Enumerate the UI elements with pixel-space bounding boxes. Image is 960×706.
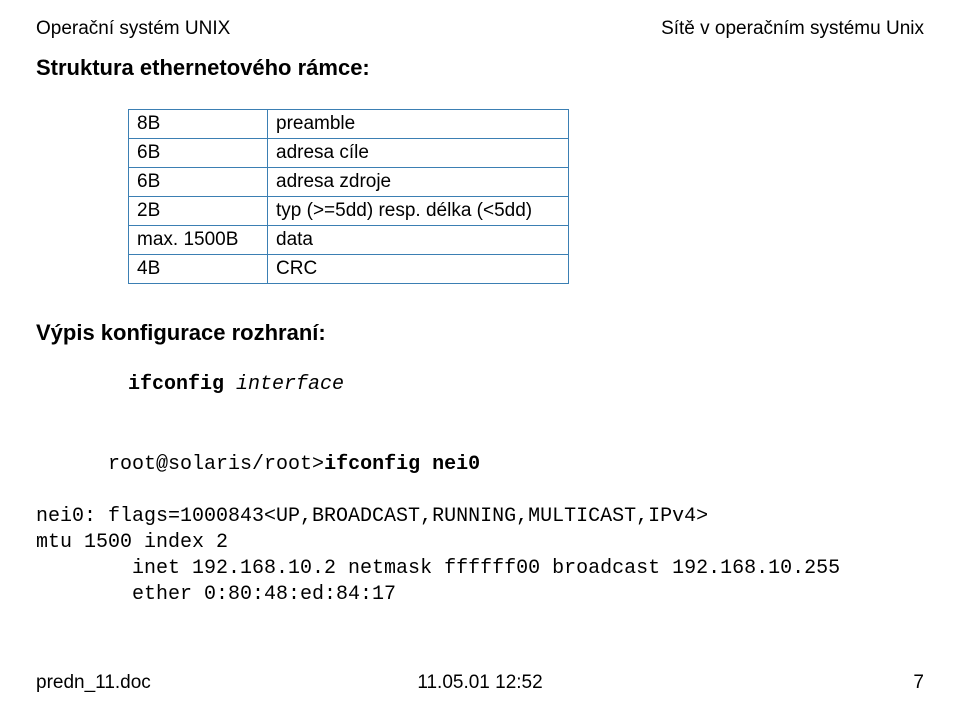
prompt-prefix: root@solaris/root> xyxy=(108,453,324,476)
table-row: 6Badresa cíle xyxy=(129,138,569,167)
prompt-line: root@solaris/root>ifconfig nei0 xyxy=(36,426,924,504)
table-row: 4BCRC xyxy=(129,254,569,283)
cell-size: max. 1500B xyxy=(129,225,268,254)
footer-left: predn_11.doc xyxy=(36,672,151,694)
footer-center: 11.05.01 12:52 xyxy=(36,672,924,694)
output-line: nei0: flags=1000843<UP,BROADCAST,RUNNING… xyxy=(36,504,924,530)
table-row: 2Btyp (>=5dd) resp. délka (<5dd) xyxy=(129,196,569,225)
prompt-command: ifconfig nei0 xyxy=(324,453,480,476)
cell-size: 8B xyxy=(129,109,268,138)
cell-desc: preamble xyxy=(268,109,569,138)
header-right: Sítě v operačním systému Unix xyxy=(661,18,924,41)
output-line: inet 192.168.10.2 netmask ffffff00 broad… xyxy=(36,556,924,582)
cell-size: 6B xyxy=(129,138,268,167)
ethernet-frame-table: 8Bpreamble6Badresa cíle6Badresa zdroje2B… xyxy=(128,109,569,284)
section-ifconfig-title: Výpis konfigurace rozhraní: xyxy=(36,320,924,346)
command-syntax: ifconfig interface xyxy=(128,372,924,398)
cell-size: 4B xyxy=(129,254,268,283)
ethernet-frame-table-body: 8Bpreamble6Badresa cíle6Badresa zdroje2B… xyxy=(129,109,569,283)
cell-desc: data xyxy=(268,225,569,254)
section-ethernet-title: Struktura ethernetového rámce: xyxy=(36,55,924,81)
cell-desc: CRC xyxy=(268,254,569,283)
output-line: mtu 1500 index 2 xyxy=(36,530,924,556)
table-row: 6Badresa zdroje xyxy=(129,167,569,196)
output-line: ether 0:80:48:ed:84:17 xyxy=(36,582,924,608)
table-row: max. 1500Bdata xyxy=(129,225,569,254)
cell-desc: adresa zdroje xyxy=(268,167,569,196)
page-header: Operační systém UNIX Sítě v operačním sy… xyxy=(36,18,924,41)
page-container: Operační systém UNIX Sítě v operačním sy… xyxy=(0,0,960,706)
cell-desc: adresa cíle xyxy=(268,138,569,167)
cell-desc: typ (>=5dd) resp. délka (<5dd) xyxy=(268,196,569,225)
command-name: ifconfig xyxy=(128,373,224,396)
terminal-output: root@solaris/root>ifconfig nei0 nei0: fl… xyxy=(36,426,924,608)
cell-size: 6B xyxy=(129,167,268,196)
footer-right: 7 xyxy=(913,672,924,694)
header-left: Operační systém UNIX xyxy=(36,18,230,41)
command-arg: interface xyxy=(236,373,344,396)
page-footer: predn_11.doc 11.05.01 12:52 7 xyxy=(36,672,924,694)
table-row: 8Bpreamble xyxy=(129,109,569,138)
cell-size: 2B xyxy=(129,196,268,225)
